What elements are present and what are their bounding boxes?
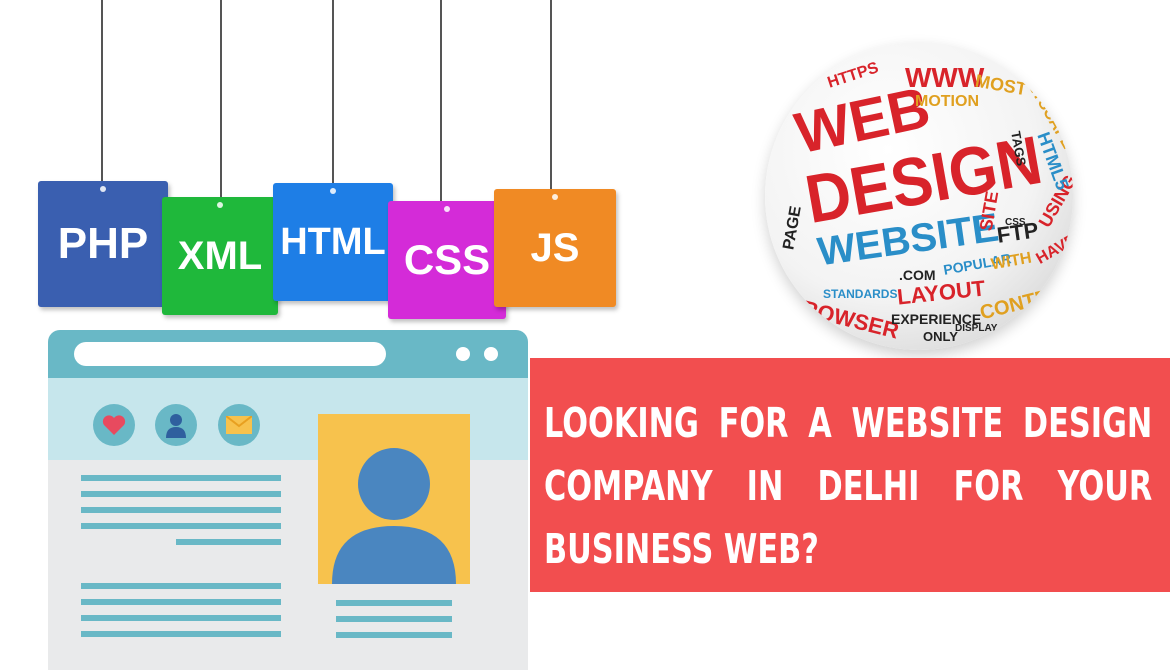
globe-word: PAGE <box>780 204 805 252</box>
tag-label: JS <box>530 225 580 270</box>
tag-label: HTML <box>280 220 386 263</box>
globe-word: ONLY <box>923 329 958 344</box>
globe-word: HAVE <box>1033 231 1073 268</box>
tag-label: XML <box>177 233 263 278</box>
window-dot <box>456 347 470 361</box>
text-line <box>81 475 281 481</box>
web-design-word-globe: WEB DESIGN WEBSITE WWW HTTPS MOTION LAYO… <box>765 42 1073 350</box>
text-line <box>176 539 281 545</box>
caption-line <box>336 600 452 606</box>
globe-word: DISPLAY <box>955 323 998 334</box>
tag-label: PHP <box>57 219 149 268</box>
globe-word: CONTENT <box>977 279 1073 325</box>
tag-php: PHP <box>38 181 168 307</box>
tag-css: CSS <box>388 201 506 319</box>
tag-xml: XML <box>162 197 278 315</box>
tag-string-php <box>101 0 103 183</box>
text-line <box>81 523 281 529</box>
headline-text: LOOKING FOR A WEBSITE DESIGN COMPANY IN … <box>544 399 1153 573</box>
globe-word: STANDARDS <box>823 287 898 301</box>
mail-icon <box>218 404 260 446</box>
globe-word: MOTION <box>915 93 979 110</box>
text-line <box>81 491 281 497</box>
text-line <box>81 507 281 513</box>
headline-banner: LOOKING FOR A WEBSITE DESIGN COMPANY IN … <box>530 358 1170 592</box>
globe-word: WWW <box>905 62 985 93</box>
profile-photo-placeholder <box>318 414 470 584</box>
caption-line <box>336 616 452 622</box>
window-dot <box>484 347 498 361</box>
globe-word: .COM <box>899 267 936 283</box>
tag-string-js <box>550 0 552 190</box>
tag-string-css <box>440 0 442 203</box>
heart-icon <box>93 404 135 446</box>
text-line <box>81 631 281 637</box>
caption-line <box>336 632 452 638</box>
text-line <box>81 599 281 605</box>
tag-string-xml <box>220 0 222 200</box>
tag-html: HTML <box>273 183 393 301</box>
browser-address-bar <box>74 342 386 366</box>
text-line <box>81 583 281 589</box>
avatar-icon <box>332 448 456 584</box>
text-line <box>81 615 281 621</box>
tag-string-html <box>332 0 334 185</box>
tag-label: CSS <box>403 236 491 283</box>
browser-illustration <box>48 330 528 670</box>
globe-word: CSS <box>1005 217 1026 228</box>
tag-js: JS <box>494 189 616 307</box>
user-icon <box>155 404 197 446</box>
